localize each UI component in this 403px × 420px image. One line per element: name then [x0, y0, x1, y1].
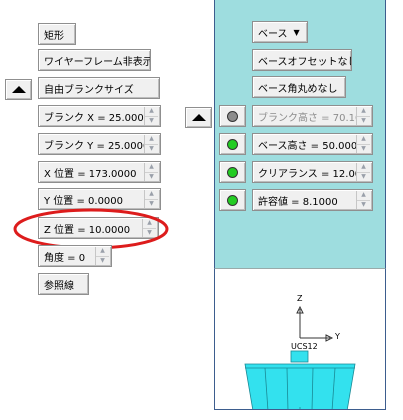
green-status-dot-icon: [227, 166, 238, 178]
tolerance-value: 許容値 = 8.1000: [258, 196, 338, 208]
tolerance-toggle[interactable]: [219, 189, 246, 211]
ucs-label: UCS12: [291, 342, 318, 351]
blank-x-value: ブランク X = 25.0000: [44, 112, 144, 124]
base-height-spinner[interactable]: ベース高さ = 50.0000 ▲ ▼: [252, 133, 373, 155]
free-blank-size-label: 自由ブランクサイズ: [44, 84, 134, 96]
blank-height-toggle[interactable]: [219, 105, 246, 127]
tolerance-spinner[interactable]: 許容値 = 8.1000 ▲ ▼: [252, 189, 373, 211]
spinner-arrows-icon[interactable]: ▲ ▼: [95, 247, 109, 265]
clearance-value: クリアランス = 12.0000: [258, 168, 356, 180]
base-rounding-none-button[interactable]: ベース角丸めなし: [252, 76, 346, 98]
gray-status-dot-icon: [227, 110, 238, 122]
base-dropdown-label: ベース: [258, 28, 288, 40]
caret-down-icon: ▼: [293, 27, 300, 37]
rectangle-button-label: 矩形: [44, 30, 64, 42]
reference-line-label: 参照線: [44, 280, 74, 292]
blank-y-value: ブランク Y = 25.0000: [44, 140, 144, 152]
x-position-spinner[interactable]: X 位置 = 173.0000 ▲ ▼: [38, 161, 161, 183]
base-offset-none-button[interactable]: ベースオフセットなし: [252, 49, 352, 71]
spinner-arrows-icon[interactable]: ▲ ▼: [356, 191, 370, 209]
collapse-left-button[interactable]: [5, 79, 32, 100]
blank-y-spinner[interactable]: ブランク Y = 25.0000 ▲ ▼: [38, 133, 161, 155]
base-dropdown[interactable]: ベース ▼: [252, 21, 308, 43]
axis-z-label: Z: [297, 294, 303, 303]
reference-line-button[interactable]: 参照線: [38, 273, 89, 295]
triangle-up-icon: [11, 86, 26, 93]
angle-spinner[interactable]: 角度 = 0 ▲ ▼: [38, 245, 112, 267]
green-status-dot-icon: [227, 194, 238, 206]
spinner-arrows-icon[interactable]: ▲ ▼: [356, 163, 370, 181]
clearance-toggle[interactable]: [219, 161, 246, 183]
model-viewport[interactable]: Z Y UCS12: [214, 268, 386, 410]
axis-y-label: Y: [334, 332, 340, 341]
spinner-arrows-icon[interactable]: ▲ ▼: [356, 135, 370, 153]
y-position-value: Y 位置 = 0.0000: [44, 195, 124, 207]
clearance-spinner[interactable]: クリアランス = 12.0000 ▲▼: [252, 161, 373, 183]
spinner-arrows-icon[interactable]: ▲ ▼: [144, 107, 158, 125]
hide-wireframe-label: ワイヤーフレーム非表示: [44, 56, 151, 68]
green-status-dot-icon: [227, 138, 238, 150]
base-height-value: ベース高さ = 50.0000: [258, 140, 356, 152]
spinner-arrows-icon[interactable]: ▲ ▼: [356, 107, 370, 125]
blank-x-spinner[interactable]: ブランク X = 25.0000 ▲ ▼: [38, 105, 161, 127]
base-rounding-none-label: ベース角丸めなし: [258, 83, 338, 95]
base-height-toggle[interactable]: [219, 133, 246, 155]
angle-value: 角度 = 0: [44, 252, 86, 264]
spinner-arrows-icon[interactable]: ▲ ▼: [144, 163, 158, 181]
blank-height-spinner[interactable]: ブランク高さ = 70.1000 ▲▼: [252, 105, 373, 127]
hide-wireframe-button[interactable]: ワイヤーフレーム非表示: [38, 49, 151, 71]
rectangle-button[interactable]: 矩形: [38, 23, 76, 45]
free-blank-size-button[interactable]: 自由ブランクサイズ: [38, 77, 160, 99]
x-position-value: X 位置 = 173.0000: [44, 168, 137, 180]
model-view: Z Y UCS12: [244, 294, 356, 409]
spinner-arrows-icon[interactable]: ▲ ▼: [144, 135, 158, 153]
base-offset-none-label: ベースオフセットなし: [258, 56, 352, 68]
blank-height-value: ブランク高さ = 70.1000: [258, 112, 356, 124]
collapse-right-button[interactable]: [185, 107, 212, 128]
triangle-up-icon: [191, 114, 206, 121]
